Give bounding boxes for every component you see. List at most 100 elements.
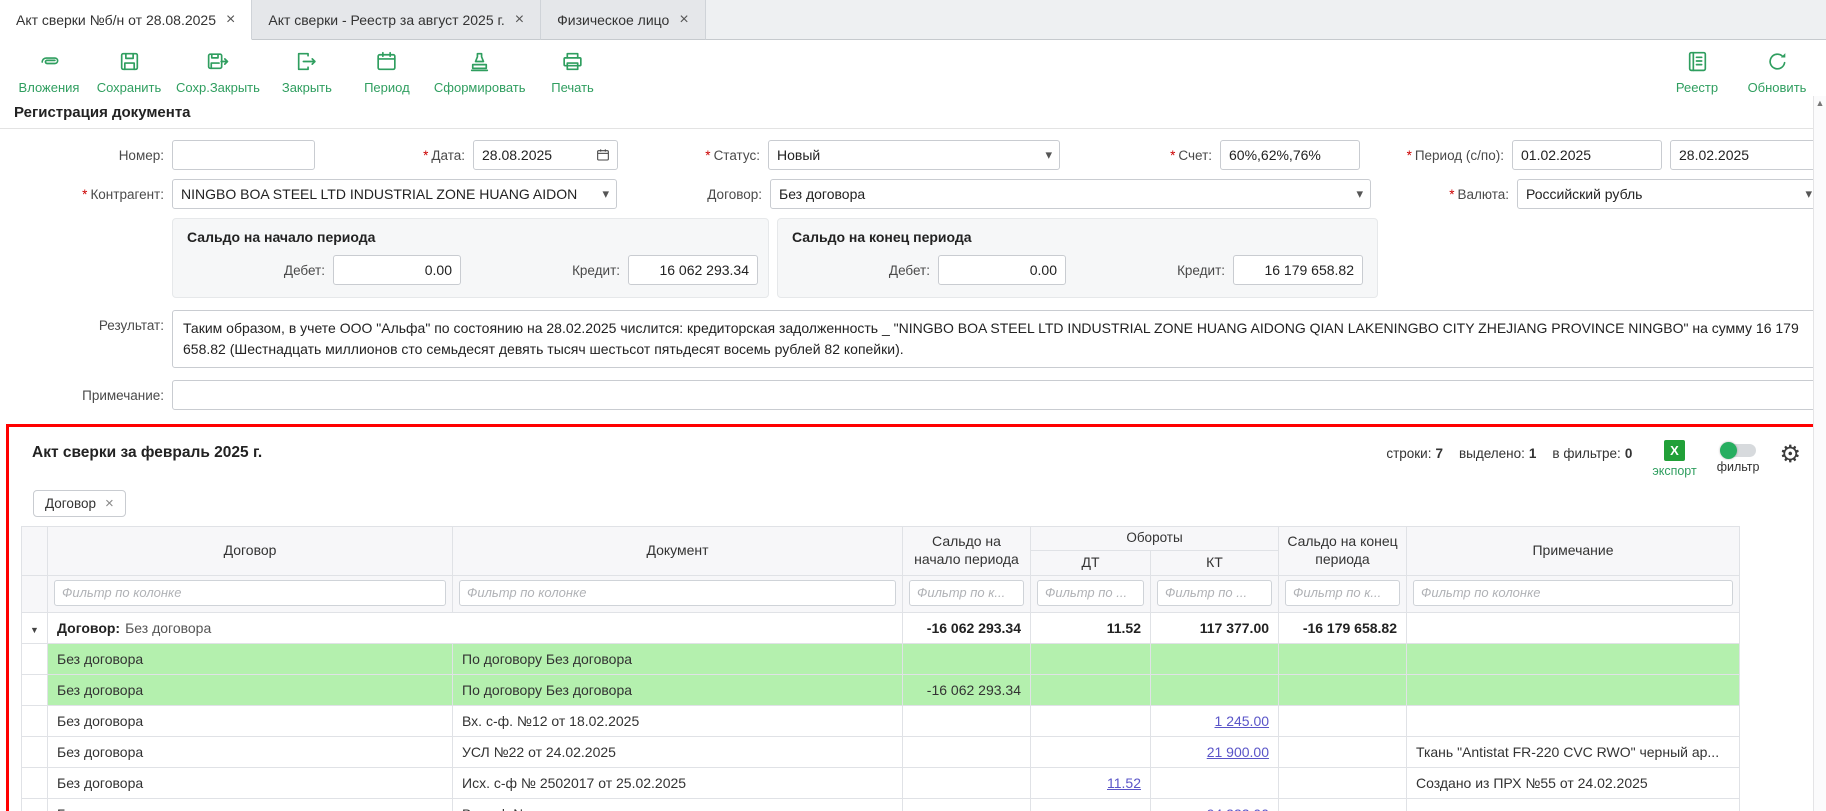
form-row-2: *Контрагент: NINGBO BOA STEEL LTD INDUST… <box>0 179 1823 209</box>
toolbar-label: Закрыть <box>282 80 332 95</box>
close-icon[interactable]: × <box>226 12 235 28</box>
toggle-knob-icon <box>1720 442 1737 459</box>
amount-link[interactable]: 21 900.00 <box>1207 744 1269 760</box>
save-close-button[interactable]: Сохр.Закрыть <box>170 47 266 97</box>
status-select[interactable]: Новый ▾ <box>768 140 1060 170</box>
table-row[interactable]: Без договора По договору Без договора -1… <box>22 674 1740 705</box>
table-row[interactable]: Без договора Вх. с-ф №... 94 232.00 <box>22 798 1740 811</box>
period-from-input[interactable] <box>1512 140 1662 170</box>
expand-triangle-icon[interactable]: ▼ <box>30 625 39 635</box>
cell-dt <box>1031 643 1151 674</box>
col-header-contract[interactable]: Договор <box>48 527 453 576</box>
amount-link[interactable]: 1 245.00 <box>1215 713 1270 729</box>
number-label: Номер: <box>0 148 172 163</box>
col-header-kt[interactable]: КТ <box>1151 551 1279 576</box>
excel-export-icon[interactable]: X <box>1664 440 1685 461</box>
filter-input-saldo-start[interactable] <box>909 580 1024 606</box>
registry-button[interactable]: Реестр <box>1658 47 1736 97</box>
amount-link[interactable]: 11.52 <box>1107 775 1141 791</box>
debit-label: Дебет: <box>778 263 938 278</box>
number-input[interactable] <box>172 140 315 170</box>
chip-label: Договор <box>45 496 96 511</box>
attachments-button[interactable]: Вложения <box>10 47 88 97</box>
cell-saldo-end <box>1279 798 1407 811</box>
filter-input-note[interactable] <box>1413 580 1733 606</box>
cell-saldo-end <box>1279 736 1407 767</box>
gear-icon[interactable]: ⚙ <box>1779 440 1801 467</box>
currency-label: *Валюта: <box>1371 187 1517 202</box>
credit-start-input[interactable] <box>628 255 758 285</box>
account-input[interactable] <box>1220 140 1360 170</box>
print-button[interactable]: Печать <box>534 47 612 97</box>
period-button[interactable]: Период <box>348 47 426 97</box>
close-icon[interactable]: × <box>679 12 688 28</box>
debit-start-input[interactable] <box>333 255 461 285</box>
cell-contract: Без договора <box>48 798 453 811</box>
filter-toggle[interactable] <box>1720 444 1756 457</box>
col-header-saldo-start[interactable]: Сальдо на начало периода <box>903 527 1031 576</box>
filter-input-kt[interactable] <box>1157 580 1272 606</box>
chip-close-icon[interactable]: × <box>105 496 114 511</box>
table-row[interactable]: Без договора Исх. с-ф № 2502017 от 25.02… <box>22 767 1740 798</box>
calendar-icon <box>374 49 399 77</box>
generate-button[interactable]: Сформировать <box>428 47 532 97</box>
tab-bar-filler <box>706 0 1826 40</box>
credit-label: Кредит: <box>461 263 628 278</box>
registration-form: Номер: *Дата: *Статус: Новый ▾ *Счет: *П… <box>0 140 1826 410</box>
toolbar-right: Реестр Обновить <box>1658 47 1816 97</box>
refresh-button[interactable]: Обновить <box>1738 47 1816 97</box>
debit-end-input[interactable] <box>938 255 1066 285</box>
credit-label: Кредит: <box>1066 263 1233 278</box>
cell-note <box>1407 798 1740 811</box>
toolbar-left: Вложения Сохранить Сохр.Закрыть Закрыть … <box>10 47 612 97</box>
counterparty-select[interactable]: NINGBO BOA STEEL LTD INDUSTRIAL ZONE HUA… <box>172 179 617 209</box>
close-document-button[interactable]: Закрыть <box>268 47 346 97</box>
col-header-saldo-end[interactable]: Сальдо на конец периода <box>1279 527 1407 576</box>
cell-dt <box>1031 705 1151 736</box>
credit-end-input[interactable] <box>1233 255 1363 285</box>
close-icon[interactable]: × <box>515 12 524 28</box>
table-row[interactable]: Без договора По договору Без договора <box>22 643 1740 674</box>
cell-note <box>1407 643 1740 674</box>
selected-count: 1 <box>1529 446 1537 461</box>
scroll-up-icon[interactable]: ▲ <box>1816 96 1825 811</box>
currency-select[interactable]: Российский рубль ▾ <box>1517 179 1820 209</box>
group-row[interactable]: ▼ Договор:Без договора -16 062 293.34 11… <box>22 612 1740 643</box>
table-row[interactable]: Без договора УСЛ №22 от 24.02.2025 21 90… <box>22 736 1740 767</box>
tab-label: Акт сверки №б/н от 28.08.2025 <box>16 12 216 28</box>
cell-document: По договору Без договора <box>453 674 903 705</box>
filter-input-contract[interactable] <box>54 580 446 606</box>
contract-select[interactable]: Без договора ▾ <box>770 179 1371 209</box>
filter-input-dt[interactable] <box>1037 580 1144 606</box>
group-chip-contract[interactable]: Договор × <box>33 490 126 517</box>
export-control[interactable]: X экспорт <box>1652 440 1696 478</box>
chevron-down-icon: ▾ <box>602 186 609 202</box>
table-row[interactable]: Без договора Вх. с-ф. №12 от 18.02.2025 … <box>22 705 1740 736</box>
vertical-scrollbar[interactable]: ▲ <box>1813 96 1826 811</box>
amount-link[interactable]: 94 232.00 <box>1207 806 1269 811</box>
date-field <box>473 140 618 170</box>
collapse-group-cell[interactable]: ▼ <box>22 612 48 643</box>
toolbar-label: Сформировать <box>434 80 526 95</box>
saldo-end-title: Сальдо на конец периода <box>778 229 1377 245</box>
tab-fiz-lico[interactable]: Физическое лицо × <box>541 0 706 40</box>
note-input[interactable] <box>172 380 1823 410</box>
col-header-document[interactable]: Документ <box>453 527 903 576</box>
tab-act-sverki-reestr[interactable]: Акт сверки - Реестр за август 2025 г. × <box>252 0 541 40</box>
filter-input-saldo-end[interactable] <box>1285 580 1400 606</box>
grid-header: Акт сверки за февраль 2025 г. строки:7 в… <box>9 427 1817 478</box>
period-to-input[interactable] <box>1670 140 1820 170</box>
chevron-down-icon: ▾ <box>1045 147 1052 163</box>
refresh-icon <box>1765 49 1790 77</box>
contract-value: Без договора <box>779 186 865 202</box>
grid-controls: строки:7 выделено:1 в фильтре:0 X экспор… <box>1386 440 1801 478</box>
note-row: Примечание: <box>0 380 1823 410</box>
tab-act-sverki[interactable]: Акт сверки №б/н от 28.08.2025 × <box>0 0 252 40</box>
contract-label: Договор: <box>617 187 770 202</box>
result-text: Таким образом, в учете ООО "Альфа" по со… <box>172 310 1823 368</box>
col-header-dt[interactable]: ДТ <box>1031 551 1151 576</box>
filter-input-document[interactable] <box>459 580 896 606</box>
col-header-note[interactable]: Примечание <box>1407 527 1740 576</box>
save-button[interactable]: Сохранить <box>90 47 168 97</box>
filter-control[interactable]: фильтр <box>1717 440 1760 474</box>
